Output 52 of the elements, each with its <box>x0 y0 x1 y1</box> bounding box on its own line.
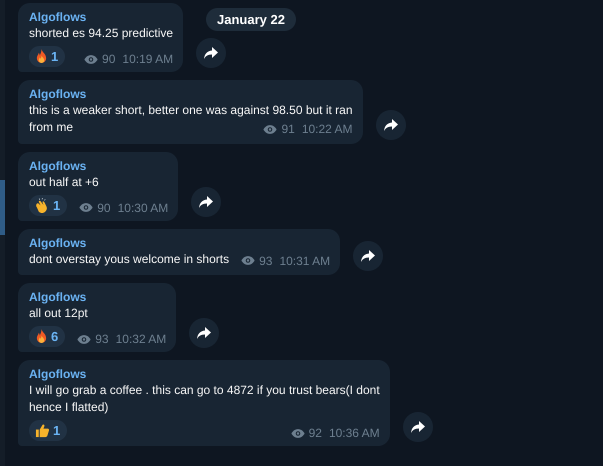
views-icon <box>241 256 256 265</box>
message-text: all out 12pt <box>29 305 88 322</box>
sender-name[interactable]: Algoflows <box>29 158 86 174</box>
sender-name[interactable]: Algoflows <box>29 366 86 382</box>
fire-icon <box>35 329 48 344</box>
view-count: 92 <box>308 425 322 441</box>
sender-name[interactable]: Algoflows <box>29 289 86 305</box>
message-text: I will go grab a coffee . this can go to 4872 if you trust bears(I dont hence I flatted) <box>29 382 380 416</box>
sender-name[interactable]: Algoflows <box>29 86 86 102</box>
message-time: 10:19 AM <box>122 51 174 67</box>
forward-button[interactable] <box>191 186 222 216</box>
reaction-button[interactable]: 6 <box>29 326 66 347</box>
share-arrow-icon <box>197 327 212 339</box>
message-text: out half at +6 <box>29 174 99 190</box>
scroll-indicator <box>0 180 5 235</box>
message-time: 10:30 AM <box>118 200 168 216</box>
message-time: 10:22 AM <box>302 121 353 137</box>
view-count: 90 <box>97 200 111 216</box>
share-arrow-icon <box>361 250 376 262</box>
share-arrow-icon <box>199 196 214 208</box>
forward-button[interactable] <box>196 38 226 68</box>
views-icon <box>263 124 278 134</box>
clapping-hands-icon <box>35 198 50 212</box>
share-arrow-icon <box>384 118 398 130</box>
forward-button[interactable] <box>189 318 220 348</box>
message-time: 10:32 AM <box>116 331 166 347</box>
message-text: this is a weaker short, better one was against 98.50 but it ran from me 91 10:22 AM <box>29 102 353 138</box>
message-time: 10:31 AM <box>279 252 330 268</box>
views-icon <box>84 54 98 64</box>
view-count: 93 <box>259 252 272 268</box>
forward-button[interactable] <box>353 241 384 271</box>
view-count: 91 <box>281 121 295 137</box>
reaction-button[interactable]: 1 <box>29 420 68 441</box>
reaction-button[interactable]: 1 <box>29 194 68 216</box>
sender-name[interactable]: Algoflows <box>29 234 86 250</box>
views-icon <box>77 334 92 344</box>
fire-icon <box>35 49 48 64</box>
message-text: shorted es 94.25 predictive <box>29 25 174 42</box>
views-icon <box>290 428 305 438</box>
share-arrow-icon <box>204 47 218 59</box>
date-badge: January 22 <box>206 8 296 31</box>
message-time: 10:36 AM <box>328 425 380 441</box>
reaction-button[interactable]: 1 <box>29 46 66 67</box>
forward-button[interactable] <box>376 110 406 140</box>
forward-button[interactable] <box>402 412 433 442</box>
message-text: dont overstay yous welcome in shorts 93 10:31 AM <box>29 250 330 270</box>
view-count: 93 <box>95 331 109 347</box>
sender-name[interactable]: Algoflows <box>29 9 86 25</box>
share-arrow-icon <box>410 421 425 433</box>
views-icon <box>79 203 94 212</box>
view-count: 90 <box>102 51 116 67</box>
thumbs-up-icon <box>35 423 50 438</box>
